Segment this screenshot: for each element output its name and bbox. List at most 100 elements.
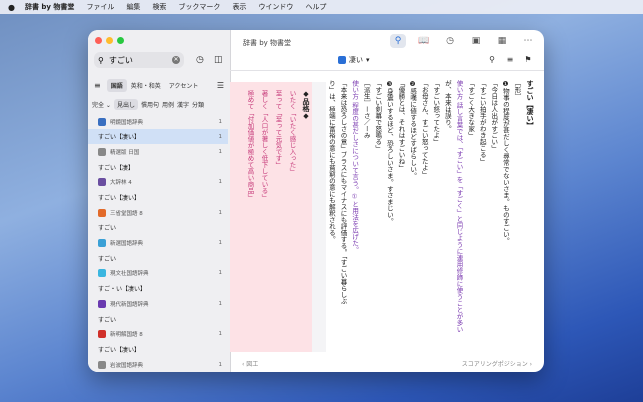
list-item[interactable]: すごい【凄い】 bbox=[88, 342, 228, 357]
entry-line: ［派生］ーさ／ーみ bbox=[362, 80, 371, 139]
list-item[interactable]: すご・い【凄い】 bbox=[88, 281, 228, 296]
entry-line: が、本来は誤り。 bbox=[443, 80, 452, 132]
dictionaries-icon[interactable]: ▦ bbox=[494, 34, 510, 48]
search-mode-icon[interactable]: ⚲ bbox=[390, 34, 406, 48]
list-item-label: 三省堂国語 8 bbox=[110, 210, 143, 217]
list-item[interactable]: すごい【凄い】 bbox=[88, 190, 228, 205]
dictionary-row[interactable]: 精選版 日国 1 bbox=[88, 144, 228, 159]
list-item-label: 新選国語辞典 bbox=[110, 241, 144, 248]
bookmark-icon[interactable]: ▣ bbox=[468, 34, 484, 48]
tab-accent[interactable]: アクセント bbox=[165, 79, 203, 92]
filter-headword[interactable]: 見出し bbox=[113, 98, 138, 110]
list-item[interactable]: すごい bbox=[88, 220, 228, 235]
filter-example[interactable]: 用例 bbox=[162, 100, 174, 109]
entry-line: り」は、極端に富裕の意にも貧窮の意にも解釈される。 bbox=[327, 80, 336, 243]
filter-match-mode[interactable]: 完全 ⌄ bbox=[92, 100, 111, 109]
entry-line: 使い方 話し言葉では、「すごい」を「すごく」と同じように連用修飾に使うことが多い bbox=[455, 80, 463, 333]
apple-menu-icon[interactable]: ● bbox=[8, 3, 15, 12]
minimize-window-button[interactable] bbox=[106, 37, 113, 44]
list-menu-icon[interactable]: ≡ bbox=[94, 81, 101, 90]
entry-tools: ⚲ ≡ ⚑ bbox=[486, 55, 534, 64]
history-icon[interactable]: ◷ bbox=[442, 34, 458, 48]
search-field[interactable]: ⚲ ✕ bbox=[94, 52, 184, 68]
result-count: 1 bbox=[218, 118, 223, 125]
entry-line: 「お母さん、すごい怒ってたよ」 bbox=[420, 80, 429, 178]
app-window: ⚲ ✕ ◷ ◫ ≡ 国語 英和・和英 アクセント ☰ 完全 ⌄ 見出し 慣用句 … bbox=[88, 30, 544, 372]
close-window-button[interactable] bbox=[95, 37, 102, 44]
result-count: 1 bbox=[218, 179, 223, 186]
dictionary-row[interactable]: 大辞林 4 1 bbox=[88, 175, 228, 190]
menu-window[interactable]: ウインドウ bbox=[258, 2, 293, 12]
entry-line: 「優勝とは、それはすごいね」 bbox=[397, 80, 405, 171]
tab-eiwa-waei[interactable]: 英和・和英 bbox=[127, 79, 165, 92]
find-in-entry-icon[interactable]: ⚲ bbox=[486, 55, 498, 64]
list-item[interactable]: すごい【凄】 bbox=[88, 160, 228, 175]
result-count: 1 bbox=[218, 148, 223, 155]
list-item[interactable]: すごい【凄い】 1 bbox=[88, 129, 228, 145]
list-item[interactable]: すごい bbox=[88, 251, 228, 266]
search-filters: 完全 ⌄ 見出し 慣用句 用例 漢字 分類 bbox=[92, 98, 228, 110]
dictionary-row[interactable]: 岩波国語辞典 1 bbox=[88, 357, 228, 372]
entry-bookmark-icon[interactable]: ⚑ bbox=[522, 55, 534, 64]
window-title: 辞書 by 物書堂 bbox=[243, 39, 292, 47]
filter-idiom[interactable]: 慣用句 bbox=[141, 100, 159, 109]
menu-view[interactable]: 表示 bbox=[232, 2, 246, 12]
list-item-label: すごい bbox=[98, 225, 117, 233]
dictionary-icon bbox=[98, 178, 106, 187]
menu-search[interactable]: 検索 bbox=[152, 2, 166, 12]
dictionary-icon bbox=[98, 330, 106, 339]
dictionary-category-tabs: ≡ 国語 英和・和英 アクセント ☰ bbox=[94, 78, 224, 92]
search-input[interactable] bbox=[106, 54, 169, 66]
sidebar: ⚲ ✕ ◷ ◫ ≡ 国語 英和・和英 アクセント ☰ 完全 ⌄ 見出し 慣用句 … bbox=[88, 30, 231, 372]
list-item-label: 現代新国語辞典 bbox=[110, 301, 149, 308]
prev-entry-link[interactable]: ‹ 図工 bbox=[242, 359, 258, 368]
menu-help[interactable]: ヘルプ bbox=[305, 2, 326, 12]
list-item[interactable]: すごい bbox=[88, 311, 228, 326]
dictionary-row[interactable]: 三省堂国語 8 1 bbox=[88, 205, 228, 220]
dictionary-row[interactable]: 新選国語辞典 1 bbox=[88, 236, 228, 251]
dictionary-icon bbox=[338, 56, 346, 64]
list-item-label: 岩波国語辞典 bbox=[110, 362, 144, 369]
related-word-line: 極めて「付加価値が極めて高い商品」 bbox=[246, 90, 254, 201]
gutter bbox=[312, 82, 326, 352]
zoom-window-button[interactable] bbox=[117, 37, 124, 44]
entry-line: 「本来は恐ろしさの意」ブラスにもマイナスにも評価する。「すごい暮らしぶ bbox=[339, 80, 347, 305]
result-count: 1 bbox=[218, 240, 223, 247]
result-count: 1 bbox=[218, 133, 223, 140]
entry-line: ❸身震いするほど、恐ろしいさま。すさまじい。 bbox=[385, 80, 394, 225]
tab-kokugo[interactable]: 国語 bbox=[106, 78, 127, 92]
next-entry-link[interactable]: スコアリングポジション › bbox=[462, 359, 532, 368]
dictionary-icon bbox=[98, 239, 106, 248]
filter-kanji[interactable]: 漢字 bbox=[177, 100, 189, 109]
entry-line: ❶物事の程度が甚だしく尋常でないさま。ものすごい。 bbox=[501, 80, 510, 244]
dictionary-icon bbox=[98, 117, 106, 126]
filter-category[interactable]: 分類 bbox=[192, 100, 204, 109]
more-icon[interactable]: ⋯ bbox=[520, 34, 536, 48]
dictionary-selector[interactable]: 凄い ▾ bbox=[338, 55, 370, 65]
dictionary-row[interactable]: 現代新国語辞典 1 bbox=[88, 296, 228, 311]
entry-line: ❷感嘆に値するほどすばらしい。 bbox=[408, 80, 417, 179]
stack-icon[interactable]: ☰ bbox=[217, 81, 224, 90]
dictionary-icon bbox=[98, 269, 106, 278]
menu-file[interactable]: ファイル bbox=[86, 2, 114, 12]
sidebar-toggle-icon[interactable]: ◫ bbox=[214, 55, 223, 65]
entry-navigation: ‹ 図工 スコアリングポジション › bbox=[230, 356, 544, 370]
dictionary-row[interactable]: 明鏡国語辞典 1 bbox=[88, 114, 228, 129]
related-word-line: いたく「いたく感じ入った」 bbox=[288, 90, 296, 175]
dictionary-row[interactable]: 新明解国語 8 1 bbox=[88, 327, 228, 342]
menu-edit[interactable]: 編集 bbox=[126, 2, 140, 12]
history-clock-icon[interactable]: ◷ bbox=[196, 55, 204, 65]
related-word-line: 至って「至って元気です」 bbox=[274, 90, 282, 168]
list-item-label: すご・い【凄い】 bbox=[98, 286, 147, 294]
related-words-pane bbox=[230, 82, 312, 352]
entry-line: ［形］ bbox=[513, 80, 521, 100]
menu-app[interactable]: 辞書 by 物書堂 bbox=[25, 2, 74, 12]
clear-search-icon[interactable]: ✕ bbox=[172, 56, 180, 64]
list-item-label: 新明解国語 8 bbox=[110, 332, 143, 339]
dictionary-row[interactable]: 現文社国語辞典 1 bbox=[88, 266, 228, 281]
search-icon: ⚲ bbox=[98, 55, 104, 65]
menu-bookmarks[interactable]: ブックマーク bbox=[178, 2, 220, 12]
divider bbox=[230, 70, 544, 71]
entry-list-icon[interactable]: ≡ bbox=[504, 55, 516, 64]
book-icon[interactable]: 📖 bbox=[416, 34, 432, 48]
